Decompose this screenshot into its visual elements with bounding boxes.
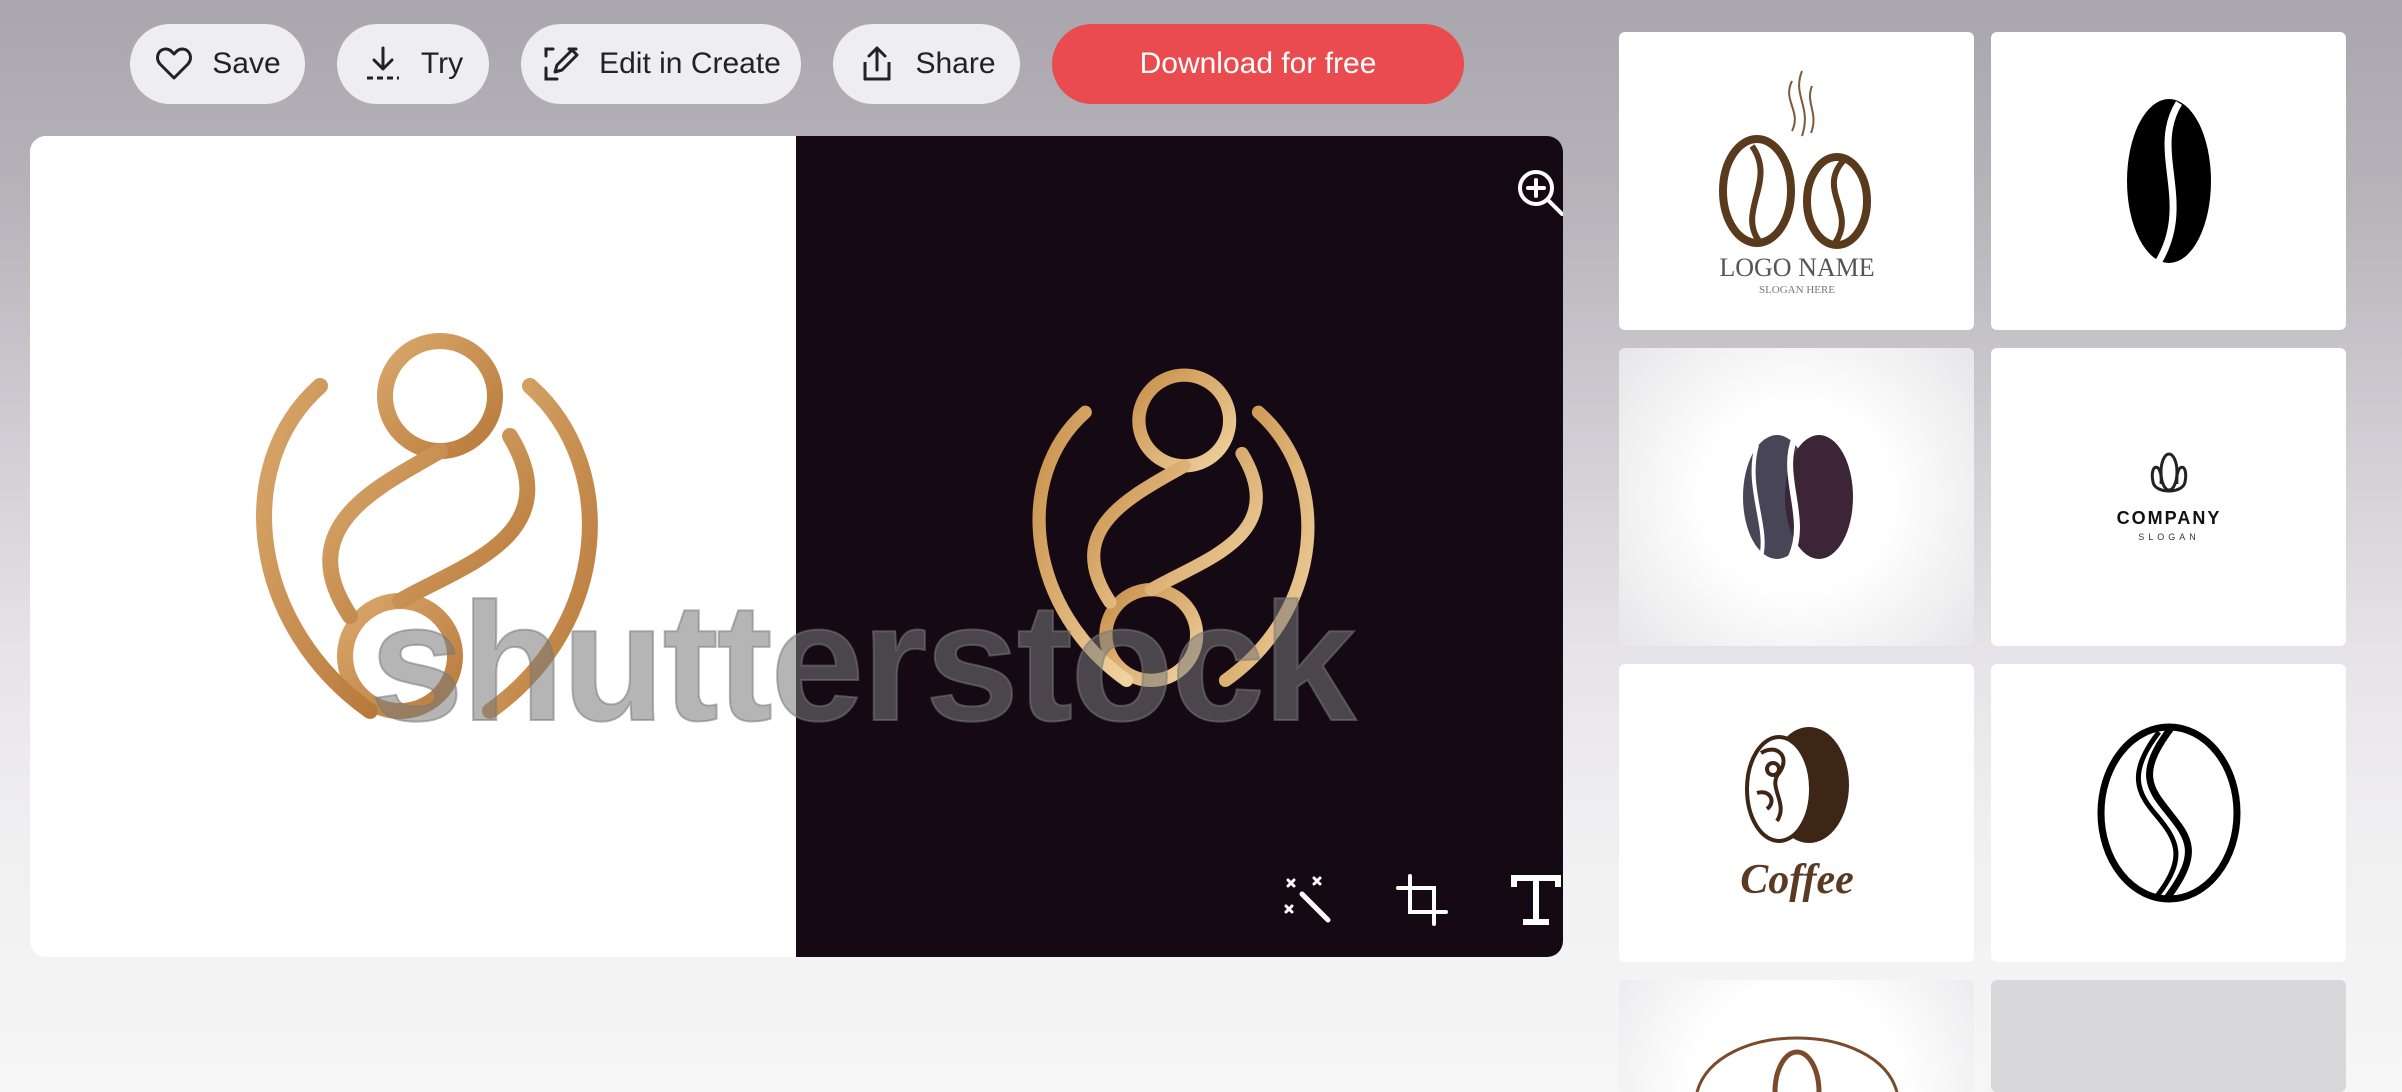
zoom-in-icon[interactable] bbox=[1512, 164, 1563, 220]
thumbnail-placeholder[interactable] bbox=[1991, 980, 2346, 1092]
thumb1-slogan: SLOGAN HERE bbox=[1758, 284, 1834, 296]
thumb4-title: COMPANY bbox=[2116, 508, 2221, 528]
thumbnail-coffee-lettering[interactable]: Coffee bbox=[1619, 664, 1974, 962]
preview-light-panel bbox=[30, 136, 796, 957]
edit-in-create-button[interactable]: Edit in Create bbox=[521, 24, 801, 104]
try-button[interactable]: Try bbox=[337, 24, 489, 104]
thumbnail-circle-bean-partial[interactable] bbox=[1619, 980, 1974, 1092]
download-for-free-button[interactable]: Download for free bbox=[1052, 24, 1464, 104]
heart-icon bbox=[154, 44, 194, 84]
thumbnail-outline-bean[interactable] bbox=[1991, 664, 2346, 962]
edit-label: Edit in Create bbox=[599, 47, 781, 80]
download-label: Download for free bbox=[1139, 47, 1377, 80]
try-label: Try bbox=[420, 47, 464, 80]
save-button[interactable]: Save bbox=[130, 24, 305, 104]
thumbnail-company-logo[interactable]: COMPANY SLOGAN bbox=[1991, 348, 2346, 646]
share-icon bbox=[857, 44, 897, 84]
thumb1-title: LOGO NAME bbox=[1719, 253, 1874, 282]
image-preview[interactable]: shutterstock bbox=[30, 136, 1563, 957]
thumbnail-two-beans[interactable] bbox=[1619, 348, 1974, 646]
share-button[interactable]: Share bbox=[833, 24, 1020, 104]
download-icon bbox=[363, 44, 403, 84]
edit-icon bbox=[541, 44, 581, 84]
magic-wand-icon[interactable] bbox=[1280, 872, 1336, 928]
thumb4-slogan: SLOGAN bbox=[2138, 532, 2200, 542]
thumbnail-coffee-beans-logo[interactable]: LOGO NAME SLOGAN HERE bbox=[1619, 32, 1974, 330]
crop-icon[interactable] bbox=[1394, 872, 1450, 928]
text-icon[interactable] bbox=[1508, 872, 1563, 928]
shutterstock-watermark: shutterstock bbox=[369, 567, 1357, 757]
thumb5-title: Coffee bbox=[1740, 857, 1854, 903]
thumbnail-black-bean[interactable] bbox=[1991, 32, 2346, 330]
save-label: Save bbox=[212, 47, 281, 80]
preview-dark-panel bbox=[796, 136, 1563, 957]
share-label: Share bbox=[915, 47, 996, 80]
